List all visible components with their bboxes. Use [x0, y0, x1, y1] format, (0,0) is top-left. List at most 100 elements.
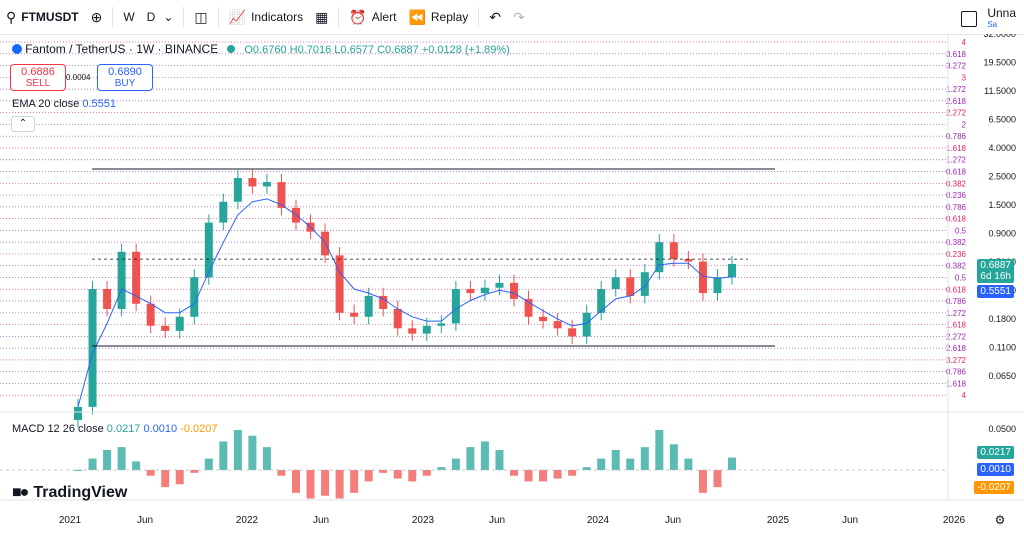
macd-hist-bar [466, 447, 475, 470]
candle-body [451, 289, 460, 324]
fib-label: 1.272 [946, 85, 967, 94]
divider [183, 7, 185, 27]
candlestick-icon: ◫ [194, 8, 208, 25]
fib-label: 1.618 [946, 144, 967, 153]
indicators-button[interactable]: 📈 Indicators [223, 0, 309, 34]
chart-style-button[interactable]: D ⌄ [141, 0, 180, 34]
signal-badge: -0.0207 [974, 481, 1014, 494]
fib-label: 0.236 [946, 191, 967, 200]
fib-label: 2.272 [946, 109, 967, 118]
layout-label: Unna [987, 6, 1016, 20]
macd-hist-bar [728, 457, 736, 470]
macd-hist-bar [582, 467, 591, 470]
ohlc-low: L0.6577 [334, 44, 375, 56]
top-toolbar: ⚲ FTMUSDT ⊕ W D ⌄ ◫ 📈 Indicators ▦ ⏰ Alert … [0, 0, 1024, 35]
time-tick-label: Jun [489, 515, 505, 526]
redo-button[interactable]: ↷ [507, 0, 531, 34]
fib-label: 1.272 [946, 309, 967, 318]
fib-label: 0.382 [946, 238, 967, 247]
time-tick-label: Jun [313, 515, 329, 526]
fib-label: 0.786 [946, 297, 967, 306]
buy-button[interactable]: 0.6890 BUY [97, 64, 153, 91]
ohlc-close: C0.6887 [377, 44, 419, 56]
interval-button[interactable]: W [117, 0, 140, 34]
time-tick-label: 2026 [943, 515, 966, 526]
fib-label: 0.382 [946, 179, 967, 188]
chart-canvas[interactable]: 4 3.618 3.272 3 1.272 2.618 2.272 2 0.786 1.618 1.… [0, 34, 1024, 533]
price-tick-label: 11.5000 [984, 86, 1016, 96]
fib-label: 3.618 [946, 50, 967, 59]
macd-value-macd: 0.0010 [143, 423, 178, 435]
macd-hist-bar [539, 470, 548, 482]
macd-hist-bar [277, 470, 286, 476]
macd-hist-bar [292, 470, 300, 493]
ema-badge: 0.5551 [977, 285, 1014, 298]
tradingview-logo[interactable]: ■● TradingView [12, 484, 127, 502]
divider [478, 7, 480, 27]
macd-hist-bar [510, 470, 518, 476]
time-tick-label: 2023 [412, 515, 435, 526]
ema-value: 0.5551 [82, 98, 116, 110]
time-tick-label: 2021 [59, 515, 82, 526]
macd-hist-bar [132, 461, 141, 470]
macd-hist-bar [364, 470, 373, 482]
compare-button[interactable]: ⊕ [85, 0, 109, 34]
time-tick-label: Jun [137, 515, 153, 526]
layout-name[interactable]: Unna Sa [961, 6, 1016, 30]
candle-body [321, 231, 330, 256]
countdown-value: 6d 16h [980, 271, 1011, 282]
candle-body [175, 316, 184, 331]
price-tick-label: 1.5000 [988, 200, 1016, 210]
symbol-label: FTMUSDT [21, 10, 79, 24]
candle-body [698, 261, 707, 294]
ema-legend[interactable]: EMA 20 close 0.5551 [12, 98, 116, 110]
spread-value: 0.0004 [66, 73, 91, 82]
candle-body [219, 201, 228, 223]
collapse-legend-button[interactable]: ⌃ [11, 116, 35, 132]
macd-hist-bar [379, 470, 388, 473]
candle-body [466, 289, 475, 294]
candle-body [103, 289, 112, 309]
candle-body [74, 406, 82, 420]
candle-body [117, 251, 126, 309]
fib-label: 0.618 [946, 168, 967, 177]
macd-hist-bar [684, 458, 693, 470]
symbol-search[interactable]: ⚲ FTMUSDT [0, 0, 85, 34]
macd-hist-bar [495, 450, 504, 470]
candle-body [408, 328, 417, 334]
candle-body [335, 255, 344, 313]
divider [217, 7, 219, 27]
market-status-icon [227, 45, 236, 53]
undo-icon: ↶ [489, 8, 501, 25]
candle-body [611, 277, 620, 290]
candle-body [669, 242, 678, 260]
ohlc-change: +0.0128 (+1.89%) [421, 44, 510, 56]
candle-body [233, 178, 242, 202]
ohlc-high: H0.7016 [289, 44, 332, 56]
chevron-up-icon: ⌃ [18, 118, 28, 129]
macd-hist-bar [175, 470, 184, 485]
time-tick-label: Jun [665, 515, 681, 526]
macd-legend[interactable]: MACD 12 26 close 0.0217 0.0010 -0.0207 [12, 423, 218, 435]
undo-button[interactable]: ↶ [483, 0, 507, 34]
macd-hist-bar [306, 470, 315, 499]
alert-button[interactable]: ⏰ Alert [343, 0, 402, 34]
fib-label: 2.272 [946, 332, 967, 341]
macd-hist-bar [480, 441, 489, 470]
price-tick-label: 0.9000 [988, 229, 1016, 239]
macd-hist-bar [233, 430, 242, 470]
replay-button[interactable]: ⏪ Replay [402, 0, 474, 34]
candles-button[interactable]: ◫ [188, 0, 213, 34]
divider [112, 7, 114, 27]
fib-label: 0.5 [955, 226, 967, 235]
templates-button[interactable]: ▦ [309, 0, 334, 34]
price-badge: 0.6887 6d 16h [977, 259, 1014, 283]
macd-hist-bar [103, 450, 112, 470]
interval-label: W [123, 10, 135, 24]
candle-body [640, 272, 649, 296]
sell-button[interactable]: 0.6886 SELL [10, 64, 66, 91]
macd-hist-bar [655, 430, 664, 470]
replay-label: Replay [430, 10, 469, 24]
price-tick-label: 32.0000 [983, 34, 1016, 39]
price-tick-label: 0.1800 [988, 314, 1016, 324]
